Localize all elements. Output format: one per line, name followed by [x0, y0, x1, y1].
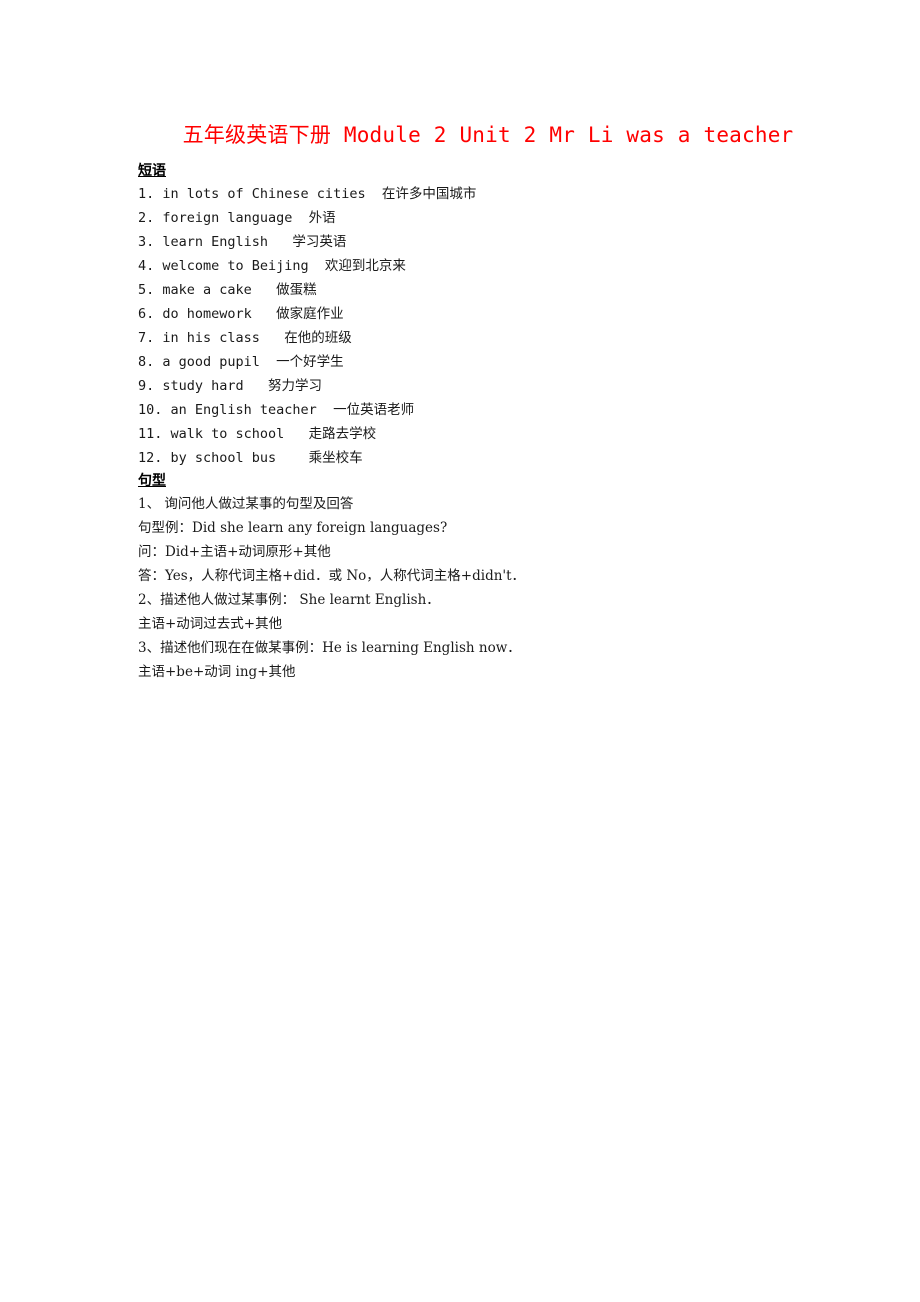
document-page: 五年级英语下册 Module 2 Unit 2 Mr Li was a teac…	[0, 0, 920, 1302]
list-item: 11. walk to school 走路去学校	[138, 426, 377, 442]
list-item: 主语+动词过去式+其他	[138, 616, 283, 632]
list-item: 8. a good pupil 一个好学生	[138, 354, 344, 370]
list-item: 10. an English teacher 一位英语老师	[138, 402, 415, 418]
page-title: 五年级英语下册 Module 2 Unit 2 Mr Li was a teac…	[182, 123, 794, 147]
list-item: 2. foreign language 外语	[138, 210, 336, 226]
list-item: 12. by school bus 乘坐校车	[138, 450, 363, 466]
list-item: 3、描述他们现在在做某事例：He is learning English now…	[138, 640, 521, 656]
section-heading-sentence-patterns: 句型	[138, 473, 166, 489]
list-item: 问：Did+主语+动词原形+其他	[138, 544, 331, 560]
list-item: 1. in lots of Chinese cities 在许多中国城市	[138, 186, 477, 202]
list-item: 2、描述他人做过某事例： She learnt English．	[138, 592, 440, 608]
list-item: 3. learn English 学习英语	[138, 234, 347, 250]
list-item: 1、 询问他人做过某事的句型及回答	[138, 496, 354, 512]
list-item: 5. make a cake 做蛋糕	[138, 282, 317, 298]
list-item: 4. welcome to Beijing 欢迎到北京来	[138, 258, 406, 274]
section-heading-phrases: 短语	[138, 163, 166, 179]
list-item: 7. in his class 在他的班级	[138, 330, 352, 346]
phrase-list: 1. in lots of Chinese cities 在许多中国城市 2. …	[138, 182, 878, 470]
list-item: 答：Yes，人称代词主格+did．或 No，人称代词主格+didn't．	[138, 568, 526, 584]
document-body: 短语 1. in lots of Chinese cities 在许多中国城市 …	[138, 160, 878, 684]
list-item: 9. study hard 努力学习	[138, 378, 323, 394]
list-item: 句型例：Did she learn any foreign languages?	[138, 520, 448, 536]
list-item: 6. do homework 做家庭作业	[138, 306, 344, 322]
sentence-pattern-list: 1、 询问他人做过某事的句型及回答 句型例：Did she learn any …	[138, 492, 878, 684]
list-item: 主语+be+动词 ing+其他	[138, 664, 296, 680]
